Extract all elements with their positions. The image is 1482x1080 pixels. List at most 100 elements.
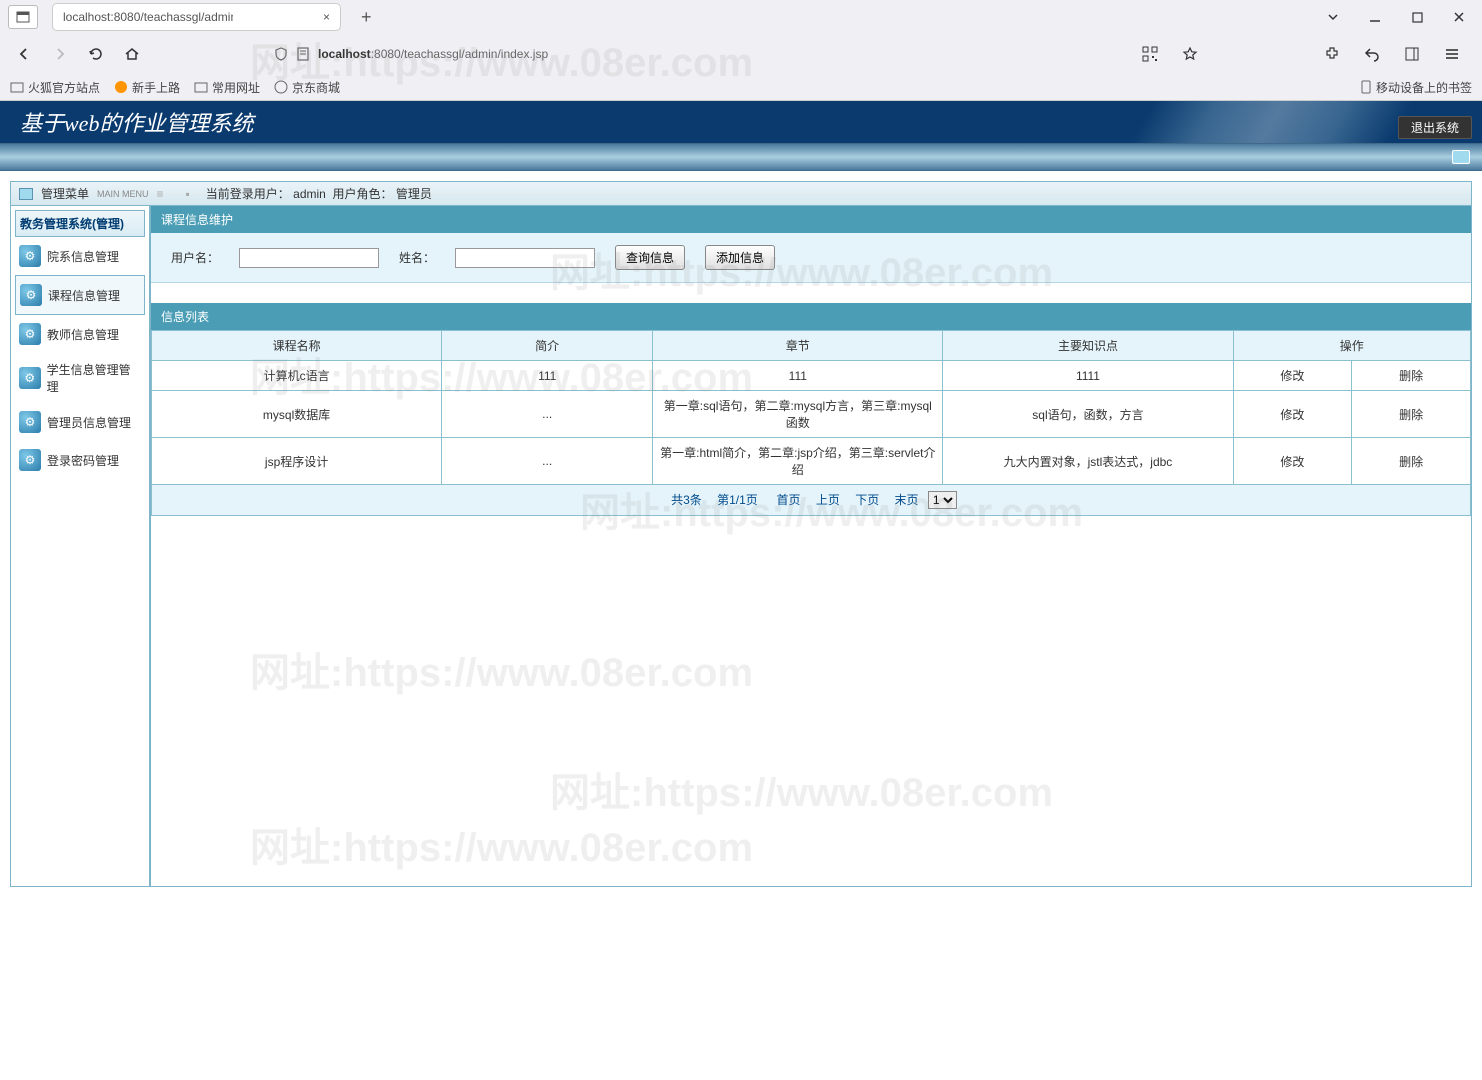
cell-knowledge: 1111 [943, 361, 1233, 391]
window-tab-strip: localhost:8080/teachassgl/admin × + [0, 0, 1482, 34]
recent-tabs-icon[interactable] [8, 5, 38, 29]
minimize-icon[interactable] [1368, 10, 1382, 24]
search-row: 用户名： 姓名： 查询信息 添加信息 [151, 233, 1471, 283]
header-decoration [1130, 101, 1414, 143]
edit-link[interactable]: 修改 [1233, 391, 1352, 438]
panel-title: 课程信息维护 [151, 206, 1471, 233]
main-menu-label: MAIN MENU [97, 189, 149, 199]
bookmark-getting-started[interactable]: 新手上路 [114, 79, 180, 96]
cell-course: mysql数据库 [152, 391, 442, 438]
management-bar: 管理菜单 MAIN MENU ≡ ▪ 当前登录用户： admin 用户角色： 管… [11, 182, 1471, 206]
delete-link[interactable]: 删除 [1352, 391, 1471, 438]
url-bar[interactable]: localhost:8080/teachassgl/admin/index.js… [264, 39, 1128, 69]
sidebar-header: 教务管理系统(管理) [15, 210, 145, 237]
cell-chapter: 第一章:sql语句，第二章:mysql方言，第三章:mysql函数 [653, 391, 943, 438]
sidebar-icon[interactable] [1398, 40, 1426, 68]
undo-arrow-icon[interactable] [1358, 40, 1386, 68]
logout-button[interactable]: 退出系统 [1398, 116, 1472, 139]
mgmt-menu-label: 管理菜单 [41, 185, 89, 202]
gear-icon: ⚙ [19, 449, 41, 471]
gear-icon: ⚙ [19, 411, 41, 433]
qr-icon[interactable] [1136, 40, 1164, 68]
bookmark-firefox[interactable]: 火狐官方站点 [10, 79, 100, 96]
bullet-icon: ▪ [186, 187, 190, 201]
add-button[interactable]: 添加信息 [705, 245, 775, 270]
cell-intro: 111 [442, 361, 653, 391]
cell-chapter: 111 [653, 361, 943, 391]
bookmark-mobile[interactable]: 移动设备上的书签 [1360, 79, 1472, 96]
table-row: mysql数据库...第一章:sql语句，第二章:mysql方言，第三章:mys… [152, 391, 1471, 438]
bookmarks-bar: 火狐官方站点 新手上路 常用网址 京东商城 移动设备上的书签 [0, 74, 1482, 100]
screen-icon [1452, 150, 1470, 164]
pager-page: 第1/1页 [717, 493, 758, 507]
table-row: 计算机c语言1111111111修改删除 [152, 361, 1471, 391]
cell-knowledge: 九大内置对象，jstl表达式，jdbc [943, 438, 1233, 485]
sidebar-item-password[interactable]: ⚙登录密码管理 [15, 441, 145, 479]
delete-link[interactable]: 删除 [1352, 361, 1471, 391]
app-header: 基于web的作业管理系统 退出系统 [0, 101, 1482, 143]
cell-course: jsp程序设计 [152, 438, 442, 485]
sidebar-item-admin[interactable]: ⚙ 管理员信息管理 [15, 403, 145, 441]
sidebar-item-teacher[interactable]: ⚙教师信息管理 [15, 315, 145, 353]
pager-next[interactable]: 下页 [855, 493, 879, 507]
bookmark-jd[interactable]: 京东商城 [274, 79, 340, 96]
name-input[interactable] [455, 248, 595, 268]
content-panel: 课程信息维护 用户名： 姓名： 查询信息 添加信息 信息列表 课程名称 简介 章… [151, 206, 1471, 886]
bookmark-common[interactable]: 常用网址 [194, 79, 260, 96]
cell-course: 计算机c语言 [152, 361, 442, 391]
user-info: 当前登录用户： admin 用户角色： 管理员 [206, 185, 432, 202]
th-knowledge: 主要知识点 [943, 331, 1233, 361]
sidebar-item-student[interactable]: ⚙学生信息管理管理 [15, 353, 145, 403]
maximize-icon[interactable] [1410, 10, 1424, 24]
sidebar-item-label: 管理员信息管理 [47, 414, 131, 431]
cell-chapter: 第一章:html简介，第二章:jsp介绍，第三章:servlet介绍 [653, 438, 943, 485]
url-path: :8080/teachassgl/admin/index.jsp [371, 47, 548, 61]
th-intro: 简介 [442, 331, 653, 361]
content-box: 管理菜单 MAIN MENU ≡ ▪ 当前登录用户： admin 用户角色： 管… [10, 181, 1472, 887]
sidebar-item-course[interactable]: ⚙ 课程信息管理 [15, 275, 145, 315]
cell-intro: ... [442, 391, 653, 438]
username-input[interactable] [239, 248, 379, 268]
username-label: 用户名： [171, 249, 219, 266]
sidebar-item-department[interactable]: ⚙院系信息管理 [15, 237, 145, 275]
new-tab-button[interactable]: + [361, 7, 372, 28]
sidebar-item-label: 课程信息管理 [48, 287, 120, 304]
pager-last[interactable]: 末页 [895, 493, 919, 507]
extensions-icon[interactable] [1318, 40, 1346, 68]
sidebar-item-label: 院系信息管理 [47, 248, 119, 265]
tab-title: localhost:8080/teachassgl/admin [63, 10, 233, 24]
app-title: 基于web的作业管理系统 [20, 106, 253, 138]
menu-icon[interactable] [1438, 40, 1466, 68]
name-label: 姓名： [399, 249, 435, 266]
cell-knowledge: sql语句，函数，方言 [943, 391, 1233, 438]
search-button[interactable]: 查询信息 [615, 245, 685, 270]
th-action: 操作 [1233, 331, 1470, 361]
edit-link[interactable]: 修改 [1233, 361, 1352, 391]
th-chapter: 章节 [653, 331, 943, 361]
edit-link[interactable]: 修改 [1233, 438, 1352, 485]
pager-select[interactable]: 1 [928, 491, 957, 509]
gear-icon: ⚙ [20, 284, 42, 306]
sub-header-bar [0, 143, 1482, 171]
sidebar: 教务管理系统(管理) ⚙院系信息管理 ⚙课程信息管理 ⚙教师信息管理 ⚙学生信息… [11, 206, 151, 886]
forward-button[interactable] [46, 40, 74, 68]
table-header-row: 课程名称 简介 章节 主要知识点 操作 [152, 331, 1471, 361]
home-button[interactable] [118, 40, 146, 68]
browser-chrome: localhost:8080/teachassgl/admin × + loca… [0, 0, 1482, 101]
window-icon [19, 188, 33, 200]
reload-button[interactable] [82, 40, 110, 68]
delete-link[interactable]: 删除 [1352, 438, 1471, 485]
pager-first[interactable]: 首页 [776, 493, 800, 507]
divider-icon: ≡ [157, 187, 164, 201]
pager-total: 共3条 [671, 493, 702, 507]
close-icon[interactable] [1452, 10, 1466, 24]
page-icon [296, 47, 310, 61]
browser-tab[interactable]: localhost:8080/teachassgl/admin × [52, 3, 341, 31]
back-button[interactable] [10, 40, 38, 68]
chevron-down-icon[interactable] [1326, 10, 1340, 24]
tab-close-icon[interactable]: × [323, 10, 330, 24]
nav-bar: localhost:8080/teachassgl/admin/index.js… [0, 34, 1482, 74]
bookmark-star-icon[interactable] [1176, 40, 1204, 68]
gear-icon: ⚙ [19, 367, 41, 389]
pager-prev[interactable]: 上页 [816, 493, 840, 507]
